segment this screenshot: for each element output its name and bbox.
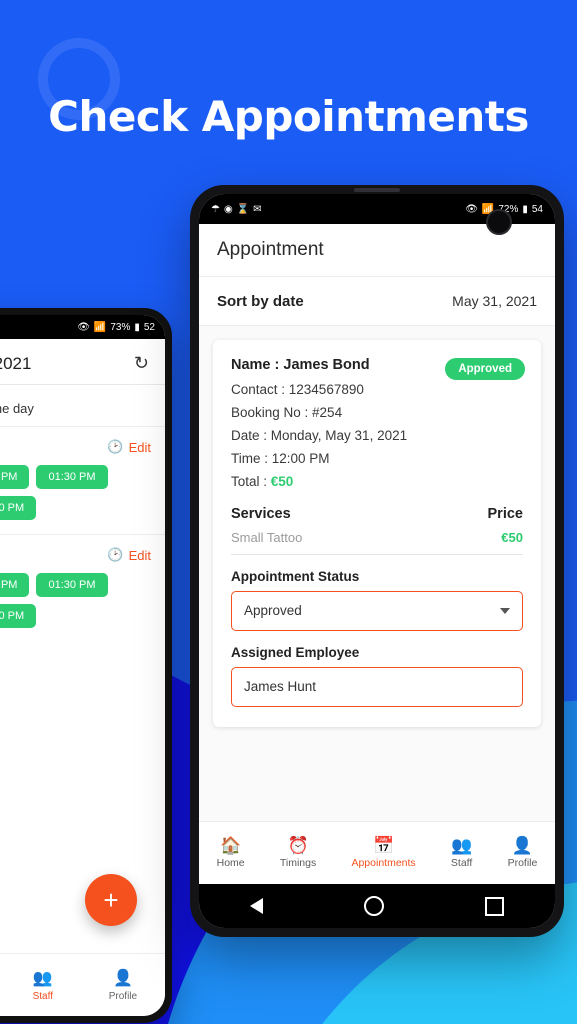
home-circle-icon[interactable]: [363, 896, 384, 916]
status-left-icons: ☂ ◉ ⌛ ✉: [211, 204, 262, 215]
right-phone-screen: ☂ ◉ ⌛ ✉ 👁 📶 72% ▮ 54 Appointment Sort by…: [199, 194, 555, 928]
app-bar-title: Appointment: [217, 239, 324, 260]
tab-label: Staff: [450, 857, 473, 869]
tab-staff[interactable]: 👥 Staff: [451, 837, 472, 869]
customer-contact: Contact : 1234567890: [231, 381, 364, 397]
tab-label: Home: [216, 857, 245, 869]
appointment-card[interactable]: Approved Name : James Bond Contact : 123…: [213, 340, 541, 727]
time-slot-chip[interactable]: 12:00 PM: [0, 465, 30, 489]
edit-button[interactable]: 🕑 Edit: [107, 547, 151, 563]
tab-label: Profile: [108, 991, 138, 1002]
edit-label: Edit: [128, 439, 151, 455]
left-status-bar: 👁 📶 73% ▮ 52: [0, 315, 165, 339]
status-time: 52: [143, 321, 155, 333]
left-subtitle: by selecting the day: [0, 385, 165, 427]
chevron-down-icon: [500, 607, 510, 614]
eye-icon: 👁: [465, 203, 478, 215]
booking-number: Booking No : #254: [231, 404, 343, 420]
tab-label: Staff: [32, 991, 53, 1002]
wifi-icon: ◉: [223, 203, 233, 215]
tab-timings[interactable]: ⏰ Timings: [280, 837, 316, 869]
signal-icon: ☂: [211, 203, 220, 215]
left-group-2-slots: 1:30 AM 12:00 PM 01:30 PM 02:00 PM 03:30…: [0, 573, 165, 636]
tab-appointments[interactable]: 📅 Appointments: [351, 837, 415, 869]
edit-label: Edit: [128, 547, 151, 563]
bluetooth-icon: 📶: [93, 321, 107, 333]
refresh-icon[interactable]: ↻: [134, 353, 149, 374]
appointment-status-label: Appointment Status: [231, 568, 360, 584]
tab-staff[interactable]: 👥 Staff: [33, 968, 53, 1002]
assigned-employee-value: James Hunt: [244, 679, 317, 695]
left-group-2: Remove 🕑 Edit 1:30 AM 12:00 PM 01:30 PM …: [0, 535, 165, 636]
left-group-1: Remove 🕑 Edit 1:30 AM 12:00 PM 01:30 PM …: [0, 427, 165, 535]
total-value: €50: [270, 474, 294, 490]
time-slot-chip[interactable]: 03:30 PM: [0, 496, 37, 520]
services-table-header: Services Price: [231, 506, 523, 522]
eye-icon: 👁: [77, 321, 90, 333]
page-title: Check Appointments: [48, 92, 529, 141]
phone-speaker: [354, 188, 400, 192]
hourglass-icon: ⌛: [236, 203, 250, 215]
appointment-total: Total : €50: [231, 473, 523, 491]
clock-icon: 🕑: [107, 547, 124, 562]
service-row: Small Tattoo €50: [231, 530, 523, 555]
edit-button[interactable]: 🕑 Edit: [107, 439, 151, 455]
left-phone-screen: 👁 📶 73% ▮ 52 e 25 May 2021 ↻ by selectin…: [0, 315, 165, 1016]
appointment-status-select[interactable]: Approved: [231, 590, 523, 631]
staff-icon: 👥: [451, 836, 473, 855]
staff-icon: 👥: [32, 970, 53, 987]
left-header: e 25 May 2021 ↻: [0, 339, 165, 385]
tab-label: Timings: [279, 857, 317, 869]
profile-icon: 👤: [112, 970, 133, 987]
appointment-time: Time : 12:00 PM: [231, 451, 330, 467]
battery-percent: 73%: [110, 321, 131, 333]
selected-date[interactable]: May 31, 2021: [452, 293, 537, 309]
time-slot-chip[interactable]: 01:30 PM: [36, 573, 108, 597]
left-group-1-actions: Remove 🕑 Edit: [0, 427, 165, 465]
recents-square-icon[interactable]: [485, 896, 505, 916]
mail-icon: ✉: [253, 203, 262, 215]
tab-profile[interactable]: 👤 Profile: [508, 837, 538, 869]
status-badge: Approved: [445, 358, 525, 380]
battery-icon: ▮: [522, 203, 528, 215]
clock-icon: ⏰: [287, 836, 309, 855]
time-slot-chip[interactable]: 01:30 PM: [36, 465, 108, 489]
left-group-2-actions: Remove 🕑 Edit: [0, 535, 165, 573]
appointment-list: Approved Name : James Bond Contact : 123…: [199, 326, 555, 821]
appointment-status-value: Approved: [244, 603, 302, 619]
tab-label: Appointments: [351, 857, 416, 869]
tab-home[interactable]: 🏠 Home: [217, 837, 245, 869]
tab-profile[interactable]: 👤 Profile: [109, 968, 137, 1002]
service-price: €50: [501, 529, 523, 545]
status-time: 54: [531, 203, 543, 215]
home-icon: 🏠: [220, 836, 242, 855]
time-slot-chip[interactable]: 03:30 PM: [0, 604, 37, 628]
assigned-employee-input[interactable]: James Hunt: [231, 666, 523, 707]
tab-label: Profile: [507, 857, 538, 869]
left-phone-mockup: 👁 📶 73% ▮ 52 e 25 May 2021 ↻ by selectin…: [0, 308, 172, 1023]
bottom-tab-bar: 🏠 Home ⏰ Timings 📅 Appointments 👥 Staff …: [199, 821, 555, 884]
sort-by-date-label[interactable]: Sort by date: [217, 293, 304, 310]
time-slot-chip[interactable]: 12:00 PM: [0, 573, 30, 597]
left-header-date: e 25 May 2021: [0, 353, 32, 373]
profile-icon: 👤: [511, 836, 534, 855]
left-group-1-slots: 1:30 AM 12:00 PM 01:30 PM 02:00 PM 03:30…: [0, 465, 165, 528]
android-nav-bar: [199, 884, 555, 928]
right-phone-mockup: ☂ ◉ ⌛ ✉ 👁 📶 72% ▮ 54 Appointment Sort by…: [190, 185, 564, 937]
services-column-header: Services: [231, 505, 291, 522]
total-label: Total :: [231, 474, 271, 490]
appointment-date: Date : Monday, May 31, 2021: [231, 428, 408, 443]
service-name: Small Tattoo: [231, 529, 303, 545]
front-camera: [486, 209, 512, 235]
price-column-header: Price: [487, 505, 523, 522]
back-icon[interactable]: [249, 898, 263, 914]
sort-bar: Sort by date May 31, 2021: [199, 277, 555, 326]
add-button[interactable]: +: [85, 874, 137, 926]
assigned-employee-label: Assigned Employee: [231, 644, 360, 660]
battery-icon: ▮: [134, 321, 140, 333]
clock-icon: 🕑: [107, 439, 124, 454]
calendar-icon: 📅: [372, 836, 395, 855]
left-tab-bar: 📅 tments 👥 Staff 👤 Profile: [0, 953, 165, 1016]
